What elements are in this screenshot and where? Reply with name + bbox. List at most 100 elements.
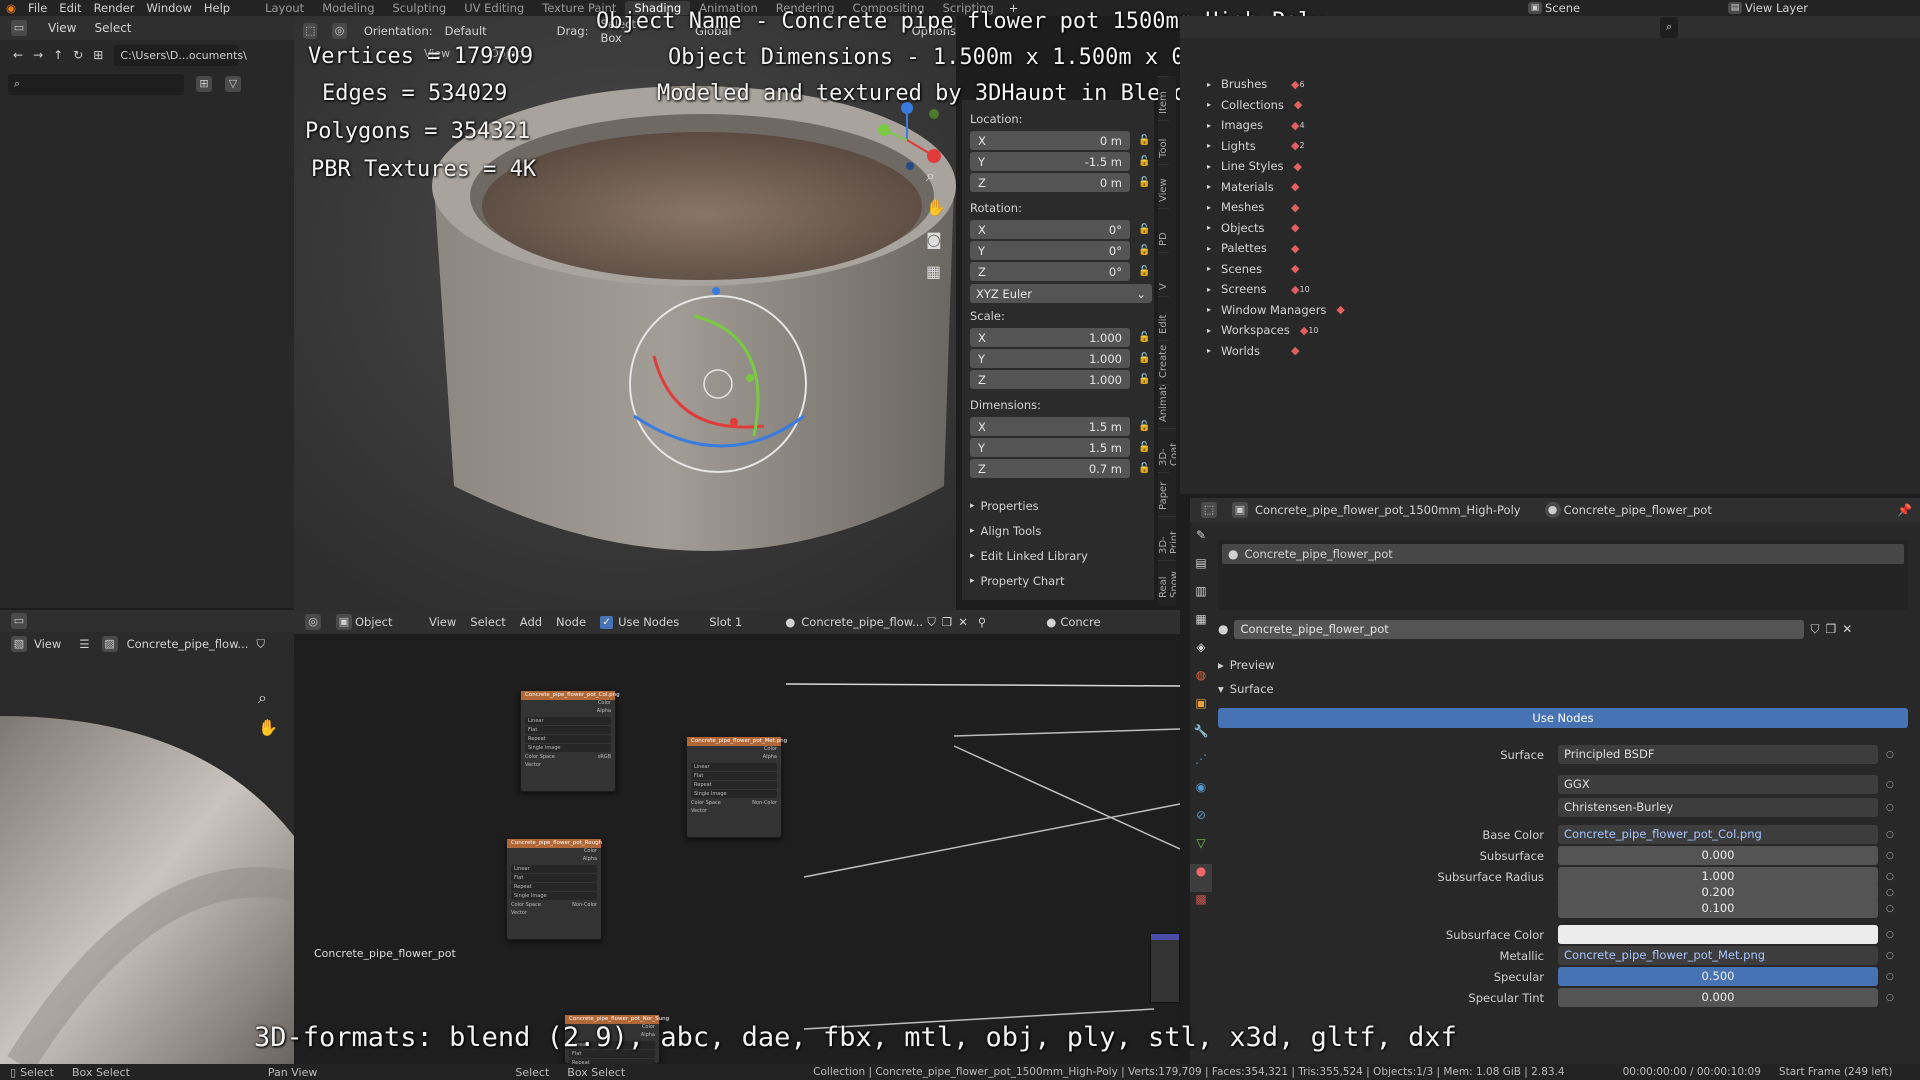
chevron-right-icon[interactable]: ▸ bbox=[1207, 162, 1211, 171]
socket-dot-icon[interactable]: ○ bbox=[1886, 993, 1894, 1003]
gizmo-y-handle[interactable] bbox=[746, 374, 754, 382]
lock-icon[interactable]: 🔓 bbox=[1138, 332, 1150, 343]
file-browser-view-menu[interactable]: View bbox=[48, 21, 76, 35]
socket-dot-icon[interactable]: ○ bbox=[1886, 780, 1894, 790]
lock-icon[interactable]: 🔓 bbox=[1138, 421, 1150, 432]
tab-layout[interactable]: Layout bbox=[256, 1, 313, 15]
node-option[interactable]: Linear bbox=[525, 717, 611, 725]
shield-icon[interactable]: ⛉ bbox=[256, 637, 265, 652]
display-mode-icon[interactable]: ⊞ bbox=[196, 76, 212, 92]
socket-dot-icon[interactable]: ○ bbox=[1886, 972, 1894, 982]
outliner-item[interactable]: ▸ Workspaces ◆ 10 bbox=[1207, 320, 1920, 341]
image-name-field[interactable]: Concrete_pipe_flow... bbox=[127, 637, 249, 651]
node-material-field[interactable]: Concrete_pipe_flow... bbox=[801, 615, 923, 629]
material-browse-icon[interactable]: ● bbox=[1218, 622, 1228, 636]
sidebar-tab[interactable]: Edit bbox=[1158, 296, 1169, 340]
modifier-tab-icon[interactable]: 🔧 bbox=[1190, 724, 1212, 752]
node-option[interactable]: Linear bbox=[511, 865, 597, 873]
property-field[interactable]: Concrete_pipe_flower_pot_Col.png bbox=[1558, 825, 1878, 844]
particles-tab-icon[interactable]: ⋰ bbox=[1190, 752, 1212, 780]
chevron-right-icon[interactable]: ▸ bbox=[1207, 80, 1211, 89]
sidebar-tab[interactable]: Animate bbox=[1158, 384, 1169, 428]
dimensions-x-field[interactable]: X 1.5 m bbox=[970, 417, 1130, 436]
sidebar-tab[interactable]: Item bbox=[1158, 76, 1169, 120]
outliner-item[interactable]: ▸ Materials ◆ bbox=[1207, 177, 1920, 198]
menu-window[interactable]: Window bbox=[141, 1, 198, 15]
n-panel-section[interactable]: ▸ Align Tools bbox=[970, 518, 1146, 543]
orientation-dropdown[interactable]: Default bbox=[445, 24, 487, 38]
socket-dot-icon[interactable]: ○ bbox=[1886, 750, 1894, 760]
lock-icon[interactable]: 🔓 bbox=[1138, 177, 1150, 188]
node-option[interactable]: Single Image bbox=[525, 744, 611, 752]
lock-icon[interactable]: 🔓 bbox=[1138, 374, 1150, 385]
scale-y-field[interactable]: Y 1.000 bbox=[970, 349, 1130, 368]
node-node-menu[interactable]: Node bbox=[556, 615, 586, 629]
unlink-icon[interactable]: ✕ bbox=[1842, 622, 1852, 636]
node-select-menu[interactable]: Select bbox=[470, 615, 505, 629]
sidebar-tab[interactable]: Paper bbox=[1158, 472, 1169, 516]
property-field[interactable]: 0.500 bbox=[1558, 967, 1878, 986]
socket-dot-icon[interactable]: ○ bbox=[1886, 872, 1894, 882]
duplicate-icon[interactable]: ❐ bbox=[942, 615, 952, 629]
pan-hand-icon[interactable]: ✋ bbox=[926, 198, 950, 230]
file-path-field[interactable]: C:\Users\D...ocuments\ bbox=[114, 44, 247, 66]
node-option[interactable]: Flat bbox=[691, 772, 777, 780]
outliner-search-input[interactable]: ⌕ bbox=[1660, 16, 1679, 38]
view-layer-tab-icon[interactable]: ▦ bbox=[1190, 612, 1212, 640]
editor-type-icon[interactable]: ◎ bbox=[305, 614, 321, 630]
editor-type-icon[interactable]: ⬚ bbox=[303, 23, 318, 39]
node-view-menu[interactable]: View bbox=[429, 615, 456, 629]
outliner-item[interactable]: ▸ Screens ◆ 10 bbox=[1207, 279, 1920, 300]
lock-icon[interactable]: 🔓 bbox=[1138, 442, 1150, 453]
node-option[interactable]: Linear bbox=[691, 763, 777, 771]
dimensions-y-field[interactable]: Y 1.5 m bbox=[970, 438, 1130, 457]
node-output-color[interactable]: Color bbox=[507, 848, 601, 856]
preview-section[interactable]: ▸ Preview bbox=[1218, 656, 1275, 674]
filter-icon[interactable]: ▽ bbox=[225, 76, 241, 92]
menu-file[interactable]: File bbox=[22, 1, 53, 15]
camera-icon[interactable]: ◙ bbox=[926, 230, 950, 262]
node-input-vector[interactable]: Vector bbox=[687, 808, 781, 816]
lock-icon[interactable]: 🔓 bbox=[1138, 135, 1150, 146]
lock-icon[interactable]: 🔓 bbox=[1138, 224, 1150, 235]
node-output-alpha[interactable]: Alpha bbox=[507, 856, 601, 864]
sidebar-tab[interactable]: V bbox=[1158, 252, 1169, 296]
rotation-z-field[interactable]: Z 0° bbox=[970, 262, 1130, 281]
shield-icon[interactable]: ⛉ bbox=[927, 615, 936, 630]
texture-tab-icon[interactable]: ▩ bbox=[1190, 892, 1212, 920]
duplicate-icon[interactable]: ❐ bbox=[1826, 622, 1837, 636]
menu-help[interactable]: Help bbox=[198, 1, 236, 15]
lock-icon[interactable]: 🔓 bbox=[1138, 463, 1150, 474]
node-output-alpha[interactable]: Alpha bbox=[521, 708, 615, 716]
image-texture-node[interactable]: Concrete_pipe_flower_pot_Met.png Color Alp… bbox=[686, 736, 787, 838]
property-field[interactable]: 0.000 bbox=[1558, 846, 1878, 865]
property-field[interactable]: 0.100 bbox=[1558, 899, 1878, 918]
node-input-vector[interactable]: Vector bbox=[521, 762, 615, 770]
node-option[interactable]: Repeat bbox=[691, 781, 777, 789]
material-slot-row[interactable]: ● Concrete_pipe_flower_pot bbox=[1222, 544, 1904, 564]
physics-tab-icon[interactable]: ◉ bbox=[1190, 780, 1212, 808]
socket-dot-icon[interactable]: ○ bbox=[1886, 888, 1894, 898]
chevron-right-icon[interactable]: ▸ bbox=[1207, 121, 1211, 130]
new-folder-icon[interactable]: ⊞ bbox=[93, 48, 103, 62]
use-nodes-checkbox[interactable]: ✓ bbox=[600, 615, 614, 629]
property-field[interactable] bbox=[1558, 925, 1878, 944]
socket-dot-icon[interactable]: ○ bbox=[1886, 904, 1894, 914]
node-output-color[interactable]: Color bbox=[687, 746, 781, 754]
forward-icon[interactable]: → bbox=[33, 48, 43, 62]
outliner-item[interactable]: ▸ Objects ◆ bbox=[1207, 218, 1920, 239]
data-tab-icon[interactable]: ▽ bbox=[1190, 836, 1212, 864]
property-field[interactable]: 0.000 bbox=[1558, 988, 1878, 1007]
outliner-item[interactable]: ▸ Lights ◆ 2 bbox=[1207, 136, 1920, 157]
location-y-field[interactable]: Y -1.5 m bbox=[970, 152, 1130, 171]
scale-z-field[interactable]: Z 1.000 bbox=[970, 370, 1130, 389]
tool-settings-icon[interactable]: ◎ bbox=[332, 23, 347, 39]
sidebar-tab[interactable]: Real Snow bbox=[1158, 560, 1176, 604]
pin-icon[interactable]: ⚲ bbox=[978, 615, 986, 629]
node-color-space-row[interactable]: Color Space sRGB bbox=[525, 753, 611, 761]
outliner-item[interactable]: ▸ Collections ◆ bbox=[1207, 95, 1920, 116]
sidebar-tab[interactable]: Create bbox=[1158, 340, 1169, 384]
node-option[interactable]: Repeat bbox=[525, 735, 611, 743]
back-icon[interactable]: ← bbox=[13, 48, 23, 62]
render-tab-icon[interactable]: ▤ bbox=[1190, 556, 1212, 584]
